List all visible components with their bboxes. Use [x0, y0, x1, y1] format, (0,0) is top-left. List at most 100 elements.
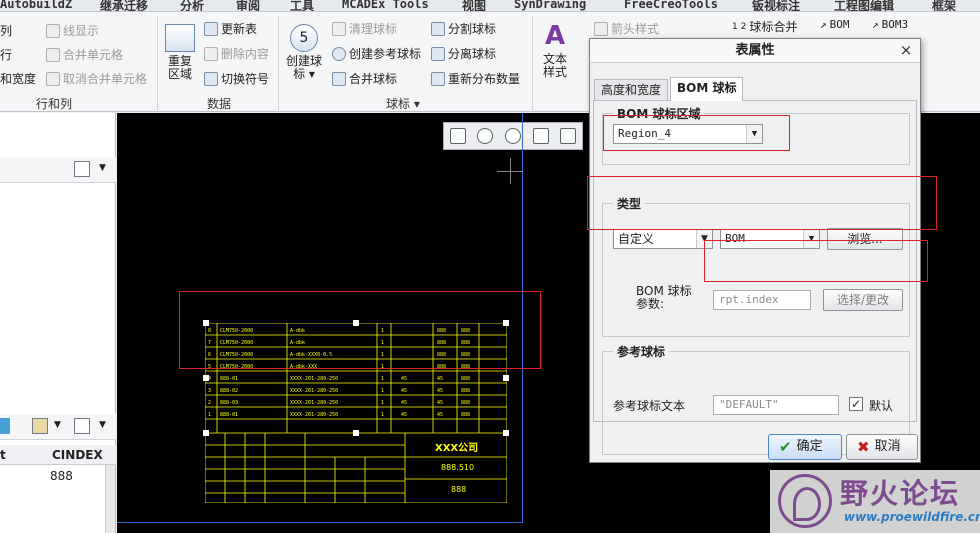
unmerge-cells-button[interactable]: 取消合并单元格: [46, 70, 147, 87]
selection-handle[interactable]: [203, 375, 209, 381]
company-name: XXX公司: [435, 443, 479, 454]
delete-content-button[interactable]: 删除内容: [204, 45, 269, 62]
eraser-icon: [204, 46, 218, 61]
dialog-tab-content: BOM 球标区域 Region_4 ▼ 类型 自定义 ▼ BOM ▼ 浏览...…: [593, 100, 917, 455]
chevron-down-icon[interactable]: ▼: [54, 420, 61, 430]
svg-text:888-01: 888-01: [220, 412, 238, 418]
svg-text:45: 45: [401, 412, 407, 418]
left-panel-scrollbar[interactable]: [105, 465, 115, 533]
detach-balloon-button[interactable]: 分离球标: [431, 45, 496, 62]
merge-balloons-button[interactable]: 合并球标: [332, 70, 397, 87]
tab-drawing-edit[interactable]: 工程图编辑: [834, 0, 894, 11]
line-display-button[interactable]: 线显示: [46, 22, 99, 39]
tab-tools[interactable]: 工具: [290, 0, 314, 11]
table-grid-icon: [165, 24, 195, 52]
merge-cells-button[interactable]: 合并单元格: [46, 46, 123, 63]
svg-text:45: 45: [401, 388, 407, 394]
region-highlight-box: [179, 291, 541, 369]
region-dropdown[interactable]: Region_4 ▼: [613, 124, 763, 144]
selection-handle[interactable]: [503, 375, 509, 381]
refit-icon[interactable]: [532, 128, 549, 144]
ok-button[interactable]: ✔ 确定: [768, 434, 842, 460]
bom3-button[interactable]: ↗ BOM3: [872, 18, 908, 31]
tab-mcadex-tools[interactable]: MCADEx Tools: [342, 0, 429, 11]
numbered-list-icon: 1 2: [732, 21, 747, 32]
browse-button[interactable]: 浏览...: [827, 228, 903, 250]
text-a-icon: A: [544, 21, 566, 51]
list-options-icon[interactable]: [74, 418, 90, 434]
tab-sheetmetal-annotate[interactable]: 钣视标注: [752, 0, 800, 11]
bom-leader-icon: ↗: [820, 18, 827, 31]
list-options-icon[interactable]: [74, 161, 90, 177]
tab-frame[interactable]: 框架: [932, 0, 956, 11]
selection-handle[interactable]: [203, 430, 209, 436]
update-table-button[interactable]: 更新表: [204, 20, 257, 37]
create-reference-balloon-button[interactable]: 创建参考球标: [332, 45, 421, 62]
select-change-button[interactable]: 选择/更改: [823, 289, 903, 311]
tab-review[interactable]: 审阅: [236, 0, 260, 11]
tab-freecreotools[interactable]: FreeCreoTools: [624, 0, 718, 11]
arrow-style-button[interactable]: 箭头样式: [594, 20, 659, 37]
model-icon[interactable]: [0, 418, 10, 434]
chevron-down-icon[interactable]: ▼: [99, 163, 106, 173]
create-balloon-button[interactable]: 5 创建球标 ▾: [284, 24, 324, 81]
svg-text:888-03: 888-03: [220, 400, 238, 406]
svg-text:45: 45: [437, 376, 443, 382]
svg-text:888-02: 888-02: [220, 388, 238, 394]
bom-balloon-param-input[interactable]: rpt.index: [713, 290, 811, 310]
reference-balloon-text-input[interactable]: "DEFAULT": [713, 395, 839, 415]
chevron-down-icon: ▼: [696, 230, 712, 248]
balloon-5-icon: 5: [290, 24, 318, 52]
tab-inherit-migrate[interactable]: 继承迁移: [100, 0, 148, 11]
cindex-cell[interactable]: 888: [50, 469, 73, 483]
default-checkbox[interactable]: ✓: [849, 397, 863, 411]
group-label-balloon[interactable]: 球标 ▾: [386, 95, 420, 112]
chevron-down-icon[interactable]: ▼: [99, 420, 106, 430]
svg-text:1: 1: [381, 412, 384, 418]
svg-text:888: 888: [461, 400, 470, 406]
tab-autobuildz[interactable]: AutobuildZ: [0, 0, 72, 11]
ribbon-divider: [157, 16, 158, 110]
redistribute-quantity-button[interactable]: 重新分布数量: [431, 70, 520, 87]
display-style-icon[interactable]: [560, 128, 577, 144]
detach-balloon-icon: [431, 46, 445, 61]
toggle-symbol-button[interactable]: 切换符号: [204, 70, 269, 87]
selection-handle[interactable]: [503, 430, 509, 436]
ribbon-divider: [278, 16, 279, 110]
tab-view[interactable]: 视图: [462, 0, 486, 11]
tools-icon[interactable]: [32, 418, 48, 434]
text-style-button[interactable]: A 文本 样式: [536, 22, 574, 79]
tab-syndrawing[interactable]: SynDrawing: [514, 0, 586, 11]
unmerge-cells-icon: [46, 71, 60, 86]
chevron-down-icon: ▼: [803, 230, 819, 248]
group-label-data: 数据: [207, 97, 232, 111]
crosshair-v: [510, 158, 511, 184]
left-panel-column-header: t CINDEX: [0, 445, 116, 465]
redistribute-icon: [431, 71, 445, 86]
split-balloon-button[interactable]: 分割球标: [431, 20, 496, 37]
bom-type-dropdown[interactable]: BOM ▼: [720, 229, 820, 249]
selection-handle[interactable]: [353, 430, 359, 436]
forum-name: 野火论坛: [840, 477, 961, 510]
clean-balloons-button[interactable]: 清理球标: [332, 20, 397, 37]
cancel-button[interactable]: ✖ 取消: [846, 434, 918, 460]
repeat-region-button[interactable]: 重复 区域: [163, 24, 197, 81]
type-dropdown[interactable]: 自定义 ▼: [613, 229, 713, 249]
ribbon-column-item[interactable]: 列: [0, 22, 12, 39]
part-code-bottom: 888: [451, 485, 467, 494]
tab-bom-balloon[interactable]: BOM 球标: [670, 77, 744, 101]
column-header-t[interactable]: t: [0, 448, 6, 462]
svg-text:3: 3: [208, 388, 211, 394]
svg-text:1: 1: [381, 376, 384, 382]
tab-height-width[interactable]: 高度和宽度: [594, 79, 669, 101]
bom-button[interactable]: ↗ BOM: [820, 18, 850, 31]
ribbon-width-item[interactable]: 和宽度: [0, 70, 36, 87]
close-icon[interactable]: ×: [898, 41, 914, 59]
tab-analysis[interactable]: 分析: [180, 0, 204, 11]
default-checkbox-label: 默认: [869, 399, 894, 413]
svg-text:45: 45: [437, 412, 443, 418]
column-header-cindex[interactable]: CINDEX: [52, 448, 103, 462]
balloon-merge-button[interactable]: 1 2 球标合并: [732, 18, 797, 35]
ribbon-row-item[interactable]: 行: [0, 46, 12, 63]
reference-balloon-text-label: 参考球标文本: [613, 399, 686, 413]
